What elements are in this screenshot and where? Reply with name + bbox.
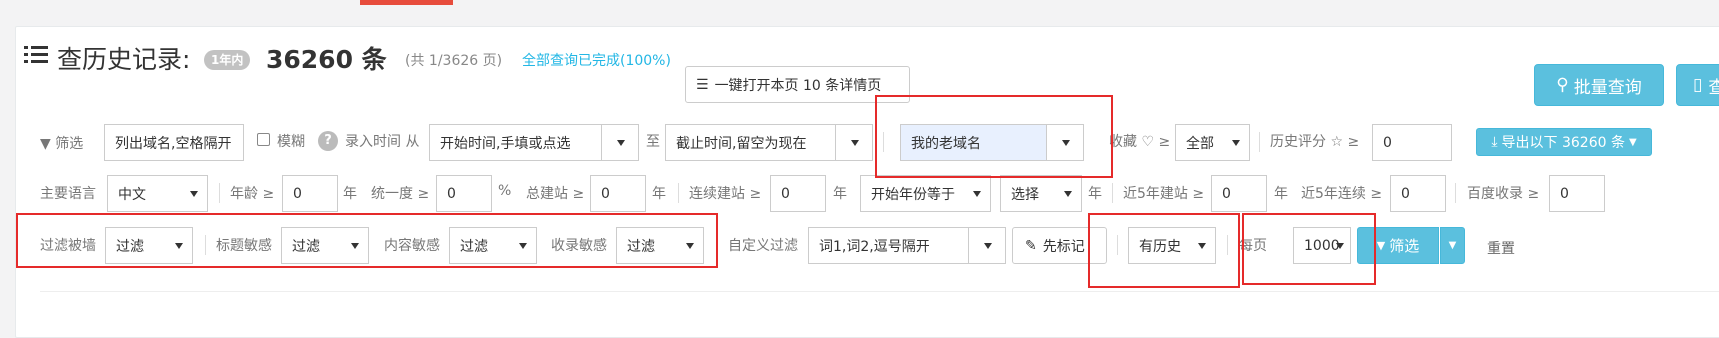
recent5-label: 近5年建站 ≥ <box>1123 186 1205 202</box>
recent5-input[interactable]: 0 <box>1211 175 1267 212</box>
divider <box>219 183 220 203</box>
funnel-icon: ▼ <box>1376 239 1386 252</box>
percent-unit: % <box>498 183 512 199</box>
download-icon: ⤓ <box>1491 134 1498 150</box>
divider <box>40 291 1719 292</box>
reset-link[interactable]: 重置 <box>1487 238 1515 258</box>
total-sites-label: 总建站 ≥ <box>526 186 585 202</box>
total-sites-input[interactable]: 0 <box>590 175 646 212</box>
favorite-select[interactable]: 全部 <box>1175 124 1250 161</box>
chevron-down-icon <box>973 190 981 197</box>
baidu-label: 百度收录 ≥ <box>1467 186 1540 202</box>
age-label: 年龄 ≥ <box>230 186 275 202</box>
history-score-label: 历史评分 ☆ ≥ <box>1270 134 1360 150</box>
year-unit: 年 <box>833 186 847 202</box>
favorite-label: 收藏 ♡ ≥ <box>1109 134 1171 150</box>
end-time-input[interactable]: 截止时间,留空为现在 <box>665 124 873 161</box>
divider <box>1112 183 1113 203</box>
fuzzy-label: 模糊 <box>277 134 305 150</box>
query-button[interactable]: ▯ 查 <box>1676 64 1719 106</box>
start-year-select[interactable]: 开始年份等于 <box>860 175 991 212</box>
chevron-down-icon <box>190 190 198 197</box>
domain-input[interactable]: 列出域名,空格隔开 <box>104 124 244 161</box>
year-unit: 年 <box>1274 186 1288 202</box>
chevron-down-icon: ▼ <box>1628 136 1637 148</box>
highlight-box <box>875 95 1113 178</box>
query-status-link[interactable]: 全部查询已完成(100%) <box>522 50 671 70</box>
consistency-label: 统一度 ≥ <box>371 186 430 202</box>
custom-filter-label: 自定义过滤 <box>728 238 798 254</box>
fuzzy-checkbox[interactable] <box>257 133 270 146</box>
pencil-icon: ✎ <box>1025 237 1037 254</box>
chevron-down-icon <box>1064 190 1072 197</box>
divider <box>1259 132 1260 152</box>
page-info: (共 1/3626 页) <box>405 53 503 69</box>
chevron-down-icon[interactable] <box>968 228 1005 263</box>
time-range-badge: 1年内 <box>204 50 251 70</box>
start-time-input[interactable]: 开始时间,手填或点选 <box>429 124 639 161</box>
consistency-input[interactable]: 0 <box>436 175 492 212</box>
baidu-input[interactable]: 0 <box>1549 175 1605 212</box>
year-choose-select[interactable]: 选择 <box>1000 175 1082 212</box>
chevron-down-icon <box>1232 139 1240 146</box>
export-button[interactable]: ⤓ 导出以下 36260 条 ▼ <box>1476 128 1652 156</box>
year-unit: 年 <box>1088 186 1102 202</box>
year-unit: 年 <box>343 186 357 202</box>
entry-time-label: 录入时间 从 <box>345 134 420 150</box>
highlight-box <box>1088 213 1240 288</box>
continuous-label: 连续建站 ≥ <box>689 186 762 202</box>
chevron-down-icon[interactable] <box>835 125 872 160</box>
highlight-box <box>1242 213 1376 285</box>
page-title: 查历史记录: <box>57 45 191 74</box>
chevron-down-icon[interactable] <box>601 125 638 160</box>
funnel-icon: ▼ <box>40 136 51 152</box>
custom-filter-input[interactable]: 词1,词2,逗号隔开 <box>808 227 1006 264</box>
document-icon: ▯ <box>1693 75 1703 95</box>
continuous-input[interactable]: 0 <box>770 175 826 212</box>
result-count: 36260 条 <box>266 45 387 74</box>
language-select[interactable]: 中文 <box>107 175 208 212</box>
year-unit: 年 <box>652 186 666 202</box>
chevron-down-icon: ▼ <box>1448 240 1457 251</box>
filter-dropdown-toggle[interactable]: ▼ <box>1440 227 1465 264</box>
history-score-input[interactable]: 0 <box>1372 124 1452 161</box>
batch-query-button[interactable]: ⚲ 批量查询 <box>1534 64 1664 106</box>
list-icon <box>24 46 48 63</box>
to-label: 至 <box>646 134 660 150</box>
filter-label: ▼ 筛选 <box>40 136 84 152</box>
recent5-cont-label: 近5年连续 ≥ <box>1301 186 1383 202</box>
active-tab-indicator <box>360 0 453 5</box>
divider <box>678 183 679 203</box>
recent5-cont-input[interactable]: 0 <box>1390 175 1446 212</box>
highlight-box <box>16 213 718 268</box>
language-label: 主要语言 <box>40 186 96 202</box>
help-icon[interactable]: ? <box>318 131 338 151</box>
age-input[interactable]: 0 <box>282 175 338 212</box>
search-icon: ⚲ <box>1556 75 1569 95</box>
list-icon: ☰ <box>696 76 709 93</box>
divider <box>1455 183 1456 203</box>
